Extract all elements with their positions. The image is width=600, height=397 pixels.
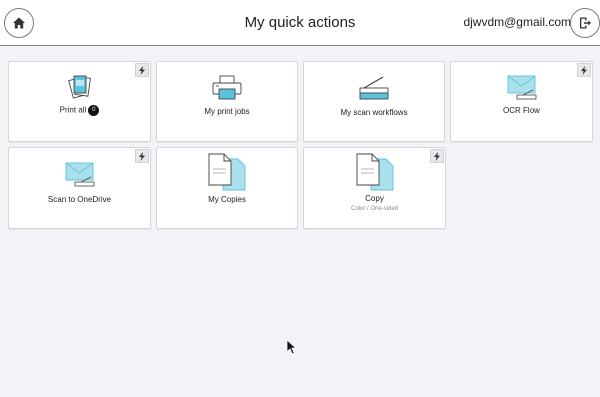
tile-copy[interactable]: Copy Color / One-sided	[303, 147, 446, 229]
tile-print-all[interactable]: Print all 0	[8, 61, 151, 142]
tile-ocr-flow[interactable]: OCR Flow	[450, 61, 593, 142]
tile-sublabel: Color / One-sided	[350, 206, 399, 212]
user-email: djwvdm@gmail.com	[463, 15, 571, 29]
tile-scan-to-onedrive[interactable]: Scan to OneDrive	[8, 147, 151, 229]
quick-action-badge	[135, 149, 149, 163]
mouse-pointer-icon	[286, 339, 297, 355]
quick-action-badge	[430, 149, 444, 163]
tile-label: Print all 0	[9, 105, 150, 116]
quick-action-badge	[577, 63, 591, 77]
envelope-scan-icon	[65, 162, 94, 187]
tile-label: My Copies	[208, 195, 246, 204]
app-header: My quick actions djwvdm@gmail.com	[0, 0, 600, 46]
tile-my-print-jobs[interactable]: My print jobs	[156, 61, 298, 142]
count-badge: 0	[88, 105, 100, 116]
tile-my-copies[interactable]: My Copies	[156, 147, 298, 229]
scanner-icon	[359, 76, 389, 100]
logout-button[interactable]	[570, 8, 600, 38]
lightning-icon	[139, 151, 145, 161]
lightning-icon	[581, 65, 587, 75]
print-all-icon	[67, 75, 91, 99]
tile-label: My print jobs	[204, 107, 250, 116]
tile-label: Copy	[365, 194, 384, 203]
copies-icon	[208, 153, 246, 191]
tile-my-scan-workflows[interactable]: My scan workflows	[303, 61, 445, 142]
tile-label: Scan to OneDrive	[47, 195, 112, 204]
lightning-icon	[139, 65, 145, 75]
tile-label: OCR Flow	[503, 106, 540, 115]
printer-icon	[212, 75, 242, 100]
envelope-scan-icon	[507, 75, 536, 100]
lightning-icon	[434, 151, 440, 161]
tile-label: My scan workflows	[340, 108, 408, 117]
copies-icon	[356, 153, 393, 191]
logout-icon	[580, 17, 591, 29]
quick-action-badge	[135, 63, 149, 77]
